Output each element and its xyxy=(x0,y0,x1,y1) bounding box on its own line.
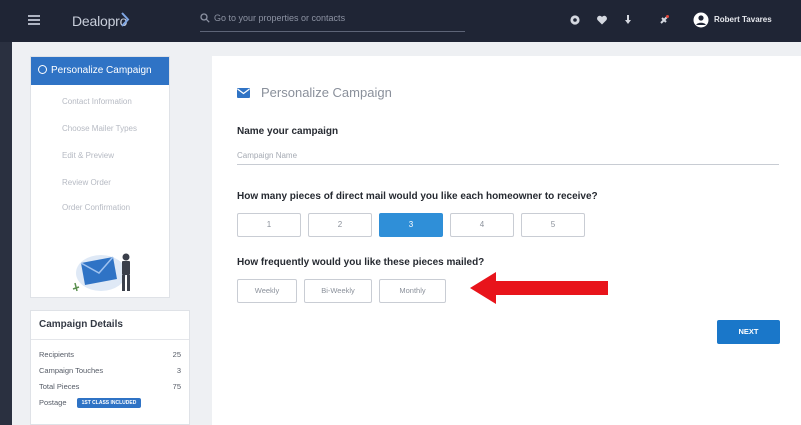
heart-icon[interactable] xyxy=(596,14,608,26)
personalize-campaign-panel: Personalize Campaign Name your campaign … xyxy=(212,56,801,425)
step-label: Personalize Campaign xyxy=(51,65,152,76)
mail-person-illustration xyxy=(72,253,130,292)
step-review-order[interactable]: Review Order xyxy=(62,178,111,187)
postage-badge: 1ST CLASS INCLUDED xyxy=(76,398,142,408)
piece-option-5[interactable]: 5 xyxy=(521,213,585,237)
detail-recipients: Recipients 25 xyxy=(39,350,181,359)
logo-chevron-icon xyxy=(121,12,130,27)
app-logo[interactable]: Dealopro xyxy=(72,13,127,29)
global-search[interactable]: Go to your properties or contacts xyxy=(200,10,465,32)
red-annotation-arrow-icon xyxy=(470,272,608,304)
detail-label: Campaign Touches xyxy=(39,366,104,375)
detail-postage: Postage 1ST CLASS INCLUDED xyxy=(39,398,181,408)
campaign-name-input[interactable] xyxy=(237,147,779,165)
download-icon[interactable] xyxy=(622,14,634,26)
search-input[interactable]: Go to your properties or contacts xyxy=(214,13,345,23)
top-navigation-bar: Dealopro Go to your properties or contac… xyxy=(0,0,801,42)
step-order-confirmation[interactable]: Order Confirmation xyxy=(62,203,130,212)
step-choose-mailer-types[interactable]: Choose Mailer Types xyxy=(62,124,137,133)
detail-value: 25 xyxy=(172,350,181,359)
step-circle-icon xyxy=(38,65,47,74)
detail-label: Recipients xyxy=(39,350,75,359)
piece-option-3[interactable]: 3 xyxy=(379,213,443,237)
piece-option-1[interactable]: 1 xyxy=(237,213,301,237)
frequency-weekly-button[interactable]: Weekly xyxy=(237,279,297,303)
detail-total-pieces: Total Pieces 75 xyxy=(39,382,181,391)
step-personalize-campaign[interactable]: Personalize Campaign xyxy=(31,57,169,85)
user-avatar-icon[interactable] xyxy=(693,12,709,28)
step-contact-information[interactable]: Contact Information xyxy=(62,97,132,106)
detail-label: Postage xyxy=(39,398,67,407)
hamburger-menu-icon[interactable] xyxy=(28,15,40,25)
campaign-name-label: Name your campaign xyxy=(237,126,339,137)
detail-campaign-touches: Campaign Touches 3 xyxy=(39,366,181,375)
search-icon xyxy=(200,13,210,23)
next-button[interactable]: NEXT xyxy=(717,320,780,344)
detail-label: Total Pieces xyxy=(39,382,80,391)
step-edit-preview[interactable]: Edit & Preview xyxy=(62,151,114,160)
campaign-details-card: Campaign Details Recipients 25 Campaign … xyxy=(30,310,190,425)
left-sidebar-strip xyxy=(0,42,12,425)
piece-option-2[interactable]: 2 xyxy=(308,213,372,237)
frequency-question: How frequently would you like these piec… xyxy=(237,257,485,268)
frequency-biweekly-button[interactable]: Bi-Weekly xyxy=(304,279,372,303)
page-title: Personalize Campaign xyxy=(261,85,392,100)
detail-value: 75 xyxy=(172,382,181,391)
campaign-details-title: Campaign Details xyxy=(39,319,123,330)
piece-option-4[interactable]: 4 xyxy=(450,213,514,237)
envelope-icon xyxy=(237,88,250,98)
pieces-question: How many pieces of direct mail would you… xyxy=(237,191,598,202)
divider xyxy=(31,339,189,340)
campaign-steps-card: Personalize Campaign Contact Information… xyxy=(30,56,170,298)
user-name[interactable]: Robert Tavares xyxy=(714,15,772,24)
settings-icon[interactable] xyxy=(569,14,581,26)
frequency-monthly-button[interactable]: Monthly xyxy=(379,279,446,303)
notification-icon[interactable] xyxy=(658,14,670,26)
detail-value: 3 xyxy=(176,366,181,375)
